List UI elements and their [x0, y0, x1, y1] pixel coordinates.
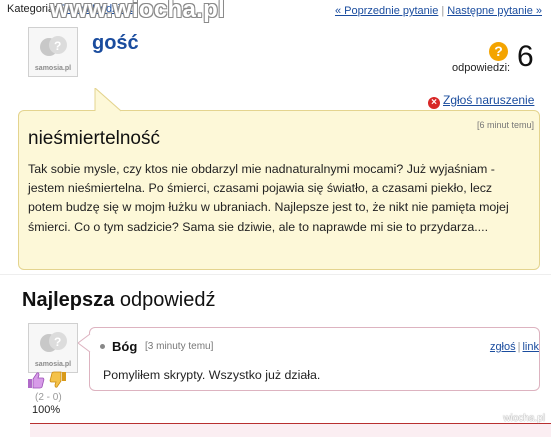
svg-text:?: ? — [54, 335, 61, 349]
section-divider — [0, 274, 551, 275]
answers-count: 6 — [517, 40, 534, 73]
best-answer-heading-rest: odpowiedź — [119, 289, 216, 311]
avatar-brand: samosia.pl — [34, 361, 72, 368]
prev-question-link[interactable]: « Poprzednie pytanie — [335, 5, 438, 17]
thumb-up-icon[interactable] — [27, 371, 45, 389]
svg-text:?: ? — [54, 39, 61, 53]
answer-tail — [78, 334, 91, 352]
question-time: [6 minut temu] — [476, 120, 534, 130]
answer-time: [3 minuty temu] — [145, 341, 214, 352]
answer-bullet — [100, 344, 105, 349]
question-nav: « Poprzednie pytanie | Następne pytanie » — [334, 5, 542, 17]
answer-author[interactable]: Bóg — [112, 339, 137, 354]
report-icon: × — [428, 97, 440, 109]
report-violation[interactable]: × Zgłoś naruszenie — [428, 93, 534, 109]
next-answer-edge — [30, 423, 551, 437]
answer-permalink[interactable]: link — [522, 341, 539, 353]
answer-text: Pomyliłem skrypty. Wszystko już działa. — [103, 368, 321, 382]
avatar-bubbles-icon: ? — [40, 332, 67, 352]
asker-name[interactable]: gość — [92, 32, 139, 55]
report-link[interactable]: Zgłoś naruszenie — [443, 93, 534, 107]
best-answer-heading: Najlepsza odpowiedź — [22, 289, 215, 312]
answer-report-link[interactable]: zgłoś — [490, 341, 516, 353]
answerer-avatar[interactable]: ? samosia.pl — [28, 323, 78, 373]
answers-label: odpowiedzi: — [452, 62, 511, 74]
next-question-link[interactable]: Następne pytanie » — [447, 5, 542, 17]
avatar-brand: samosia.pl — [34, 65, 72, 72]
answer-links: zgłoś | link — [489, 341, 539, 353]
vote-percent: 100% — [32, 404, 61, 416]
question-title: nieśmiertelność — [28, 128, 160, 149]
vote-counts: (2 - 0) — [35, 392, 62, 403]
best-answer-heading-bold: Najlepsza — [22, 289, 115, 311]
thumb-down-icon[interactable] — [49, 371, 67, 389]
question-body: Tak sobie mysle, czy ktos nie obdarzyl m… — [28, 162, 509, 234]
asker-avatar[interactable]: ? samosia.pl — [28, 27, 78, 77]
avatar-bubbles-icon: ? — [40, 36, 67, 56]
watermark: www.wiocha.pl — [50, 0, 226, 23]
bottom-watermark: wiocha.pl — [503, 413, 545, 424]
question-badge-icon: ? — [489, 42, 508, 61]
